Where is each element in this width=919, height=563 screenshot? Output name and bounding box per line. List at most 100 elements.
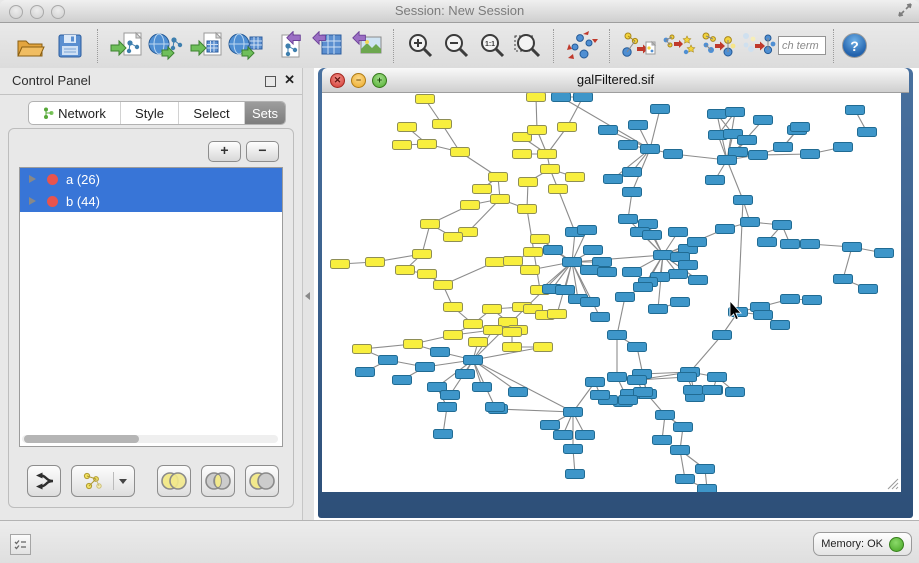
add-set-button[interactable]: +	[208, 141, 241, 162]
graph-node	[708, 110, 727, 119]
graph-node	[619, 141, 638, 150]
new-network-from-selection-file-icon[interactable]	[618, 27, 658, 65]
graph-node	[616, 293, 635, 302]
split-sets-button[interactable]	[27, 465, 61, 497]
graph-node	[438, 403, 457, 412]
tab-sets[interactable]: Sets	[245, 102, 285, 124]
list-item-set-b[interactable]: b (44)	[20, 190, 282, 212]
graph-node	[656, 411, 675, 420]
network-frame[interactable]: ✕ − + galFiltered.sif	[318, 68, 913, 518]
graph-node	[734, 196, 753, 205]
graph-node	[628, 343, 647, 352]
tab-style[interactable]: Style	[121, 102, 179, 124]
horizontal-scrollbar[interactable]	[22, 435, 278, 443]
network-tree-icon	[43, 107, 54, 120]
zoom-in-icon[interactable]	[402, 27, 438, 65]
zoom-out-icon[interactable]	[438, 27, 474, 65]
create-set-menu-button[interactable]	[71, 465, 135, 497]
scrollbar-thumb[interactable]	[24, 435, 139, 443]
graph-node	[444, 331, 463, 340]
new-network-selected-nodes-icon[interactable]	[698, 27, 738, 65]
graph-node	[689, 276, 708, 285]
venn-union-icon	[160, 471, 188, 491]
tab-select[interactable]: Select	[179, 102, 245, 124]
export-table-icon[interactable]	[306, 27, 346, 65]
help-icon[interactable]: ?	[842, 33, 867, 58]
graph-node	[434, 430, 453, 439]
set-label: b (44)	[66, 194, 100, 209]
window-titlebar[interactable]: Session: New Session	[0, 0, 919, 23]
import-network-from-file-icon[interactable]	[106, 27, 146, 65]
graph-node	[398, 123, 417, 132]
graph-node	[549, 185, 568, 194]
float-panel-icon[interactable]	[265, 76, 276, 87]
import-table-from-web-icon[interactable]	[226, 27, 266, 65]
export-image-icon[interactable]	[346, 27, 386, 65]
graph-node	[566, 470, 585, 479]
save-session-icon[interactable]	[50, 27, 90, 65]
graph-node	[671, 446, 690, 455]
dropdown-caret-icon[interactable]	[119, 479, 127, 484]
network-canvas[interactable]	[322, 93, 901, 492]
sets-list[interactable]: a (26) b (44)	[19, 167, 283, 447]
set-dot-icon	[47, 196, 58, 207]
control-panel-header: Control Panel ✕	[0, 68, 302, 95]
graph-node	[649, 305, 668, 314]
graph-node	[584, 246, 603, 255]
graph-node	[541, 165, 560, 174]
svg-text:1:1: 1:1	[485, 41, 495, 48]
open-file-icon[interactable]	[10, 27, 50, 65]
graph-node	[396, 266, 415, 275]
clone-network-icon[interactable]	[658, 27, 698, 65]
venn-difference-button[interactable]	[245, 465, 279, 497]
close-panel-icon[interactable]: ✕	[284, 72, 295, 88]
apply-layout-icon[interactable]	[562, 27, 602, 65]
memory-status-button[interactable]: Memory: OK	[813, 532, 912, 556]
graph-node	[464, 356, 483, 365]
expander-icon[interactable]	[29, 197, 36, 205]
window-title: Session: New Session	[0, 3, 919, 18]
graph-node	[628, 376, 647, 385]
graph-node	[641, 145, 660, 154]
graph-node	[643, 231, 662, 240]
collapse-arrow-icon[interactable]	[305, 292, 310, 300]
export-network-icon[interactable]	[266, 27, 306, 65]
graph-node	[604, 175, 623, 184]
remove-set-button[interactable]: −	[246, 141, 279, 162]
graph-node	[623, 188, 642, 197]
import-table-from-file-icon[interactable]	[186, 27, 226, 65]
graph-node	[834, 143, 853, 152]
memory-status-label: Memory: OK	[821, 538, 883, 550]
graph-node	[416, 95, 435, 104]
graph-node	[669, 228, 688, 237]
graph-node	[538, 150, 557, 159]
task-history-button[interactable]	[10, 534, 31, 555]
graph-node	[875, 249, 894, 258]
network-view[interactable]	[322, 93, 901, 492]
graph-node	[843, 243, 862, 252]
graph-node	[591, 313, 610, 322]
nodes-layer	[331, 93, 894, 492]
expander-icon[interactable]	[29, 175, 36, 183]
network-frame-titlebar[interactable]: ✕ − + galFiltered.sif	[322, 68, 909, 93]
graph-node	[393, 376, 412, 385]
graph-node	[524, 248, 543, 257]
graph-node	[726, 388, 745, 397]
tab-network[interactable]: Network	[29, 102, 121, 124]
graph-node	[749, 151, 768, 160]
list-item-set-a[interactable]: a (26)	[20, 168, 282, 190]
venn-intersection-button[interactable]	[201, 465, 235, 497]
import-network-from-web-icon[interactable]	[146, 27, 186, 65]
graph-node	[703, 386, 722, 395]
search-input[interactable]: ch term	[778, 36, 826, 55]
zoom-fit-selected-icon[interactable]	[510, 27, 546, 65]
zoom-actual-size-icon[interactable]: 1:1	[474, 27, 510, 65]
graph-node	[834, 275, 853, 284]
resize-grip-icon[interactable]	[885, 476, 899, 490]
fullscreen-icon[interactable]	[897, 3, 913, 18]
graph-node	[331, 260, 350, 269]
venn-union-button[interactable]	[157, 465, 191, 497]
new-network-hide-unselected-icon[interactable]	[738, 27, 778, 65]
graph-node	[651, 105, 670, 114]
graph-node	[679, 261, 698, 270]
